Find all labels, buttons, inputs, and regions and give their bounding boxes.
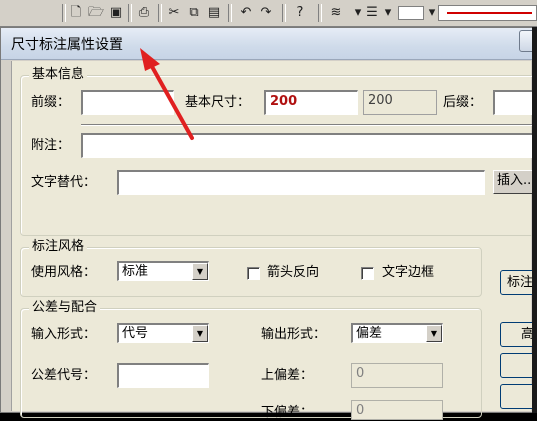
annotation-arrow-shaft [148,61,194,140]
annotation-arrow [140,48,194,140]
annotation-arrow-head [140,48,160,71]
